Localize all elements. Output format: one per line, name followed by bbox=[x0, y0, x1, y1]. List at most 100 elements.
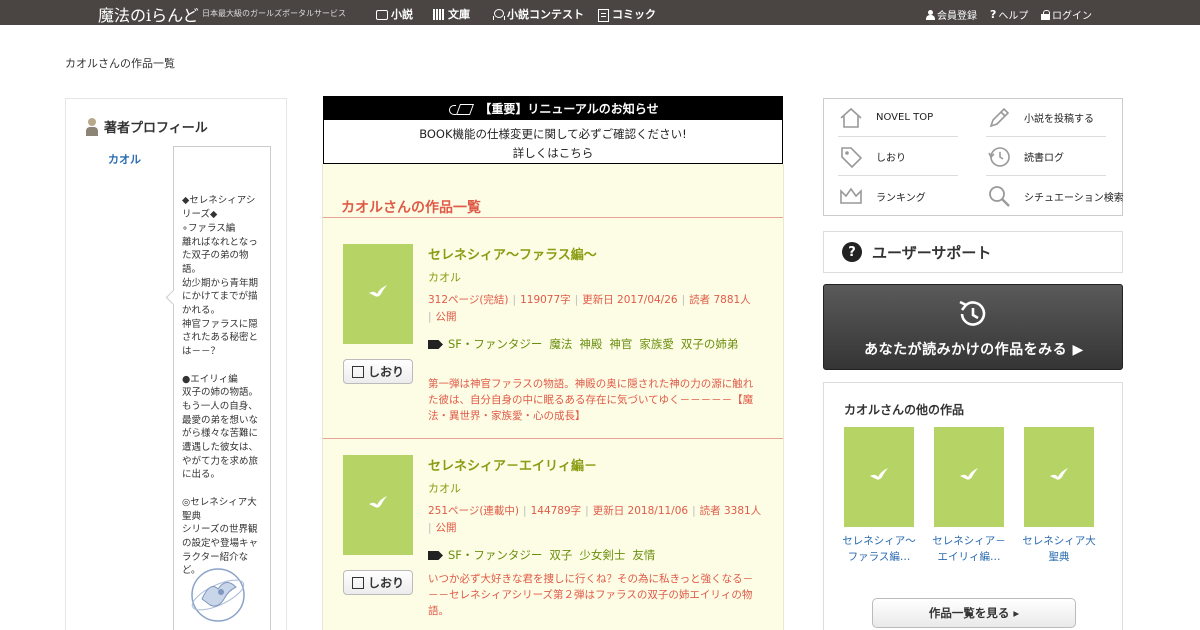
tag-link[interactable]: SF・ファンタジー bbox=[448, 548, 542, 562]
tag-link[interactable]: 魔法 bbox=[549, 337, 572, 351]
bookmark-label: しおり bbox=[367, 576, 404, 590]
register-link[interactable]: 会員登録 bbox=[926, 7, 977, 22]
work-cover bbox=[934, 427, 1004, 527]
other-work-title[interactable]: セレネシィア－エイリィ編… bbox=[932, 533, 1006, 565]
ribbon-icon bbox=[492, 8, 505, 20]
work-cover bbox=[844, 427, 914, 527]
notice-details-link[interactable]: 詳しくはこちら bbox=[324, 143, 782, 163]
other-work-title[interactable]: セレネシィア～ファラス編… bbox=[842, 533, 916, 565]
breadcrumb: カオルさんの作品一覧 bbox=[65, 57, 175, 70]
tag-link[interactable]: SF・ファンタジー bbox=[448, 337, 542, 351]
menu-label: ランキング bbox=[876, 192, 926, 204]
author-bio-bubble: ◆セレネシィアシリーズ◆ ∘ファラス編 離ればなれとなった双子の弟の物語。 幼少… bbox=[173, 146, 271, 630]
menu-label: NOVEL TOP bbox=[876, 112, 934, 123]
tag-link[interactable]: 双子の姉弟 bbox=[681, 337, 739, 351]
crown-icon bbox=[840, 187, 862, 204]
work-title-link[interactable]: セレネシィア－エイリィ編－ bbox=[428, 455, 597, 474]
nav-novel[interactable]: 小説 bbox=[376, 6, 413, 22]
nav-contest-label: 小説コンテスト bbox=[507, 8, 584, 21]
work-meta: 251ページ(連載中) | 144789字 | 更新日 2018/11/06 | 読者 33… bbox=[428, 505, 762, 534]
tag-link[interactable]: 少女剣士 bbox=[579, 548, 625, 562]
author-icon bbox=[86, 117, 98, 136]
menu-novel-top[interactable]: NOVEL TOP bbox=[838, 99, 958, 137]
nav-comic-label: コミック bbox=[612, 8, 656, 21]
menu-label: 読書ログ bbox=[1024, 153, 1064, 164]
support-label: ユーザーサポート bbox=[872, 243, 992, 262]
menu-ranking[interactable]: ランキング bbox=[838, 177, 958, 215]
other-work-card[interactable]: セレネシィア－エイリィ編… bbox=[932, 427, 1006, 565]
bookmark-label: しおり bbox=[367, 365, 404, 379]
notice-title: 【重要】リニューアルのお知らせ bbox=[479, 102, 659, 116]
works-list: カオルさんの作品一覧 しおり セレネシィア～ファラス編～ カオル 312ページ(… bbox=[322, 164, 784, 630]
menu-post-novel[interactable]: 小説を投稿する bbox=[986, 99, 1106, 137]
menu-label: 小説を投稿する bbox=[1024, 114, 1094, 125]
page-count: 312ページ(完結) bbox=[428, 294, 509, 306]
work-cover bbox=[1024, 427, 1094, 527]
page-count: 251ページ(連載中) bbox=[428, 505, 520, 517]
char-count: 144789字 bbox=[530, 505, 582, 517]
site-tagline: 日本最大級のガールズポータルサービス bbox=[202, 9, 346, 18]
notice-message: BOOK機能の仕様変更に関して必ずご確認ください! bbox=[419, 127, 687, 141]
lock-icon bbox=[1041, 9, 1050, 20]
work-title-link[interactable]: セレネシィア～ファラス編～ bbox=[428, 244, 597, 263]
site-logo[interactable]: 魔法のiらんど bbox=[98, 2, 199, 26]
other-works-title: カオルさんの他の作品 bbox=[844, 403, 965, 417]
author-emblem-image bbox=[191, 568, 245, 622]
author-bio-text: ◆セレネシィアシリーズ◆ ∘ファラス編 離ればなれとなった双子の弟の物語。 幼少… bbox=[182, 195, 259, 577]
nav-bunko-label: 文庫 bbox=[448, 8, 470, 21]
bird-icon bbox=[960, 468, 978, 480]
tag-link[interactable]: 双子 bbox=[549, 548, 572, 562]
work-cover[interactable] bbox=[343, 244, 413, 344]
open-book-icon bbox=[351, 577, 365, 589]
work-meta: 312ページ(完結) | 119077字 | 更新日 2017/04/26 | 読者 788… bbox=[428, 294, 751, 323]
register-label: 会員登録 bbox=[937, 11, 977, 22]
menu-reading-log[interactable]: 読書ログ bbox=[986, 138, 1106, 176]
login-link[interactable]: ログイン bbox=[1041, 7, 1092, 22]
visibility-status: 公開 bbox=[435, 522, 457, 534]
visibility-status: 公開 bbox=[435, 311, 457, 323]
login-label: ログイン bbox=[1052, 11, 1092, 22]
view-all-works-button[interactable]: 作品一覧を見る ▸ bbox=[872, 598, 1076, 628]
bookmark-button[interactable]: しおり bbox=[343, 570, 413, 595]
update-date: 更新日 2018/11/06 bbox=[592, 505, 689, 517]
work-author: カオル bbox=[428, 271, 461, 284]
author-name-link[interactable]: カオル bbox=[108, 151, 141, 167]
menu-label: シチュエーション検索 bbox=[1024, 192, 1124, 204]
nav-comic[interactable]: コミック bbox=[597, 6, 656, 22]
work-cover[interactable] bbox=[343, 455, 413, 555]
other-work-card[interactable]: セレネシィア大聖典 bbox=[1022, 427, 1096, 565]
menu-label: しおり bbox=[876, 153, 906, 164]
nav-bunko[interactable]: 文庫 bbox=[433, 6, 470, 22]
tag-link[interactable]: 神殿 bbox=[579, 337, 602, 351]
char-count: 119077字 bbox=[520, 294, 571, 306]
continue-reading-button[interactable]: あなたが読みかけの作品をみる ▶ bbox=[823, 284, 1123, 370]
author-profile-panel: 著者プロフィール カオル ◆セレネシィアシリーズ◆ ∘ファラス編 離ればなれとな… bbox=[65, 98, 287, 630]
book-icon bbox=[376, 9, 388, 20]
profile-heading: 著者プロフィール bbox=[86, 117, 208, 136]
novel-menu: NOVEL TOP 小説を投稿する しおり 読書ログ ランキング シチュエーショ… bbox=[823, 98, 1124, 216]
open-book-icon bbox=[351, 366, 365, 378]
tag-link[interactable]: 友情 bbox=[632, 548, 655, 562]
bookmark-button[interactable]: しおり bbox=[343, 359, 413, 384]
bird-icon bbox=[1050, 468, 1068, 480]
menu-situation-search[interactable]: シチュエーション検索 bbox=[986, 177, 1124, 215]
continue-reading-label: あなたが読みかけの作品をみる ▶ bbox=[864, 342, 1084, 358]
other-works-panel: カオルさんの他の作品 セレネシィア～ファラス編… セレネシィア－エイリィ編… セ… bbox=[823, 382, 1123, 630]
question-icon: ? bbox=[842, 242, 862, 262]
bird-icon bbox=[870, 468, 888, 480]
tag-link[interactable]: 家族愛 bbox=[639, 337, 674, 351]
work-tags: SF・ファンタジー 双子 少女剣士 友情 bbox=[428, 548, 768, 563]
tag-icon bbox=[428, 551, 443, 560]
tag-link[interactable]: 神官 bbox=[609, 337, 632, 351]
nav-contest[interactable]: 小説コンテスト bbox=[492, 6, 584, 22]
menu-bookmarks[interactable]: しおり bbox=[838, 138, 958, 176]
reader-count: 読者 3381人 bbox=[699, 505, 762, 517]
help-label: ヘルプ bbox=[998, 11, 1029, 22]
other-work-card[interactable]: セレネシィア～ファラス編… bbox=[842, 427, 916, 565]
help-link[interactable]: ? ヘルプ bbox=[990, 7, 1028, 22]
work-author: カオル bbox=[428, 482, 461, 495]
user-support-link[interactable]: ? ユーザーサポート bbox=[823, 231, 1123, 273]
other-work-title[interactable]: セレネシィア大聖典 bbox=[1022, 533, 1096, 565]
renewal-notice[interactable]: 【重要】リニューアルのお知らせ BOOK機能の仕様変更に関して必ずご確認ください… bbox=[323, 96, 783, 164]
help-icon: ? bbox=[990, 8, 997, 21]
